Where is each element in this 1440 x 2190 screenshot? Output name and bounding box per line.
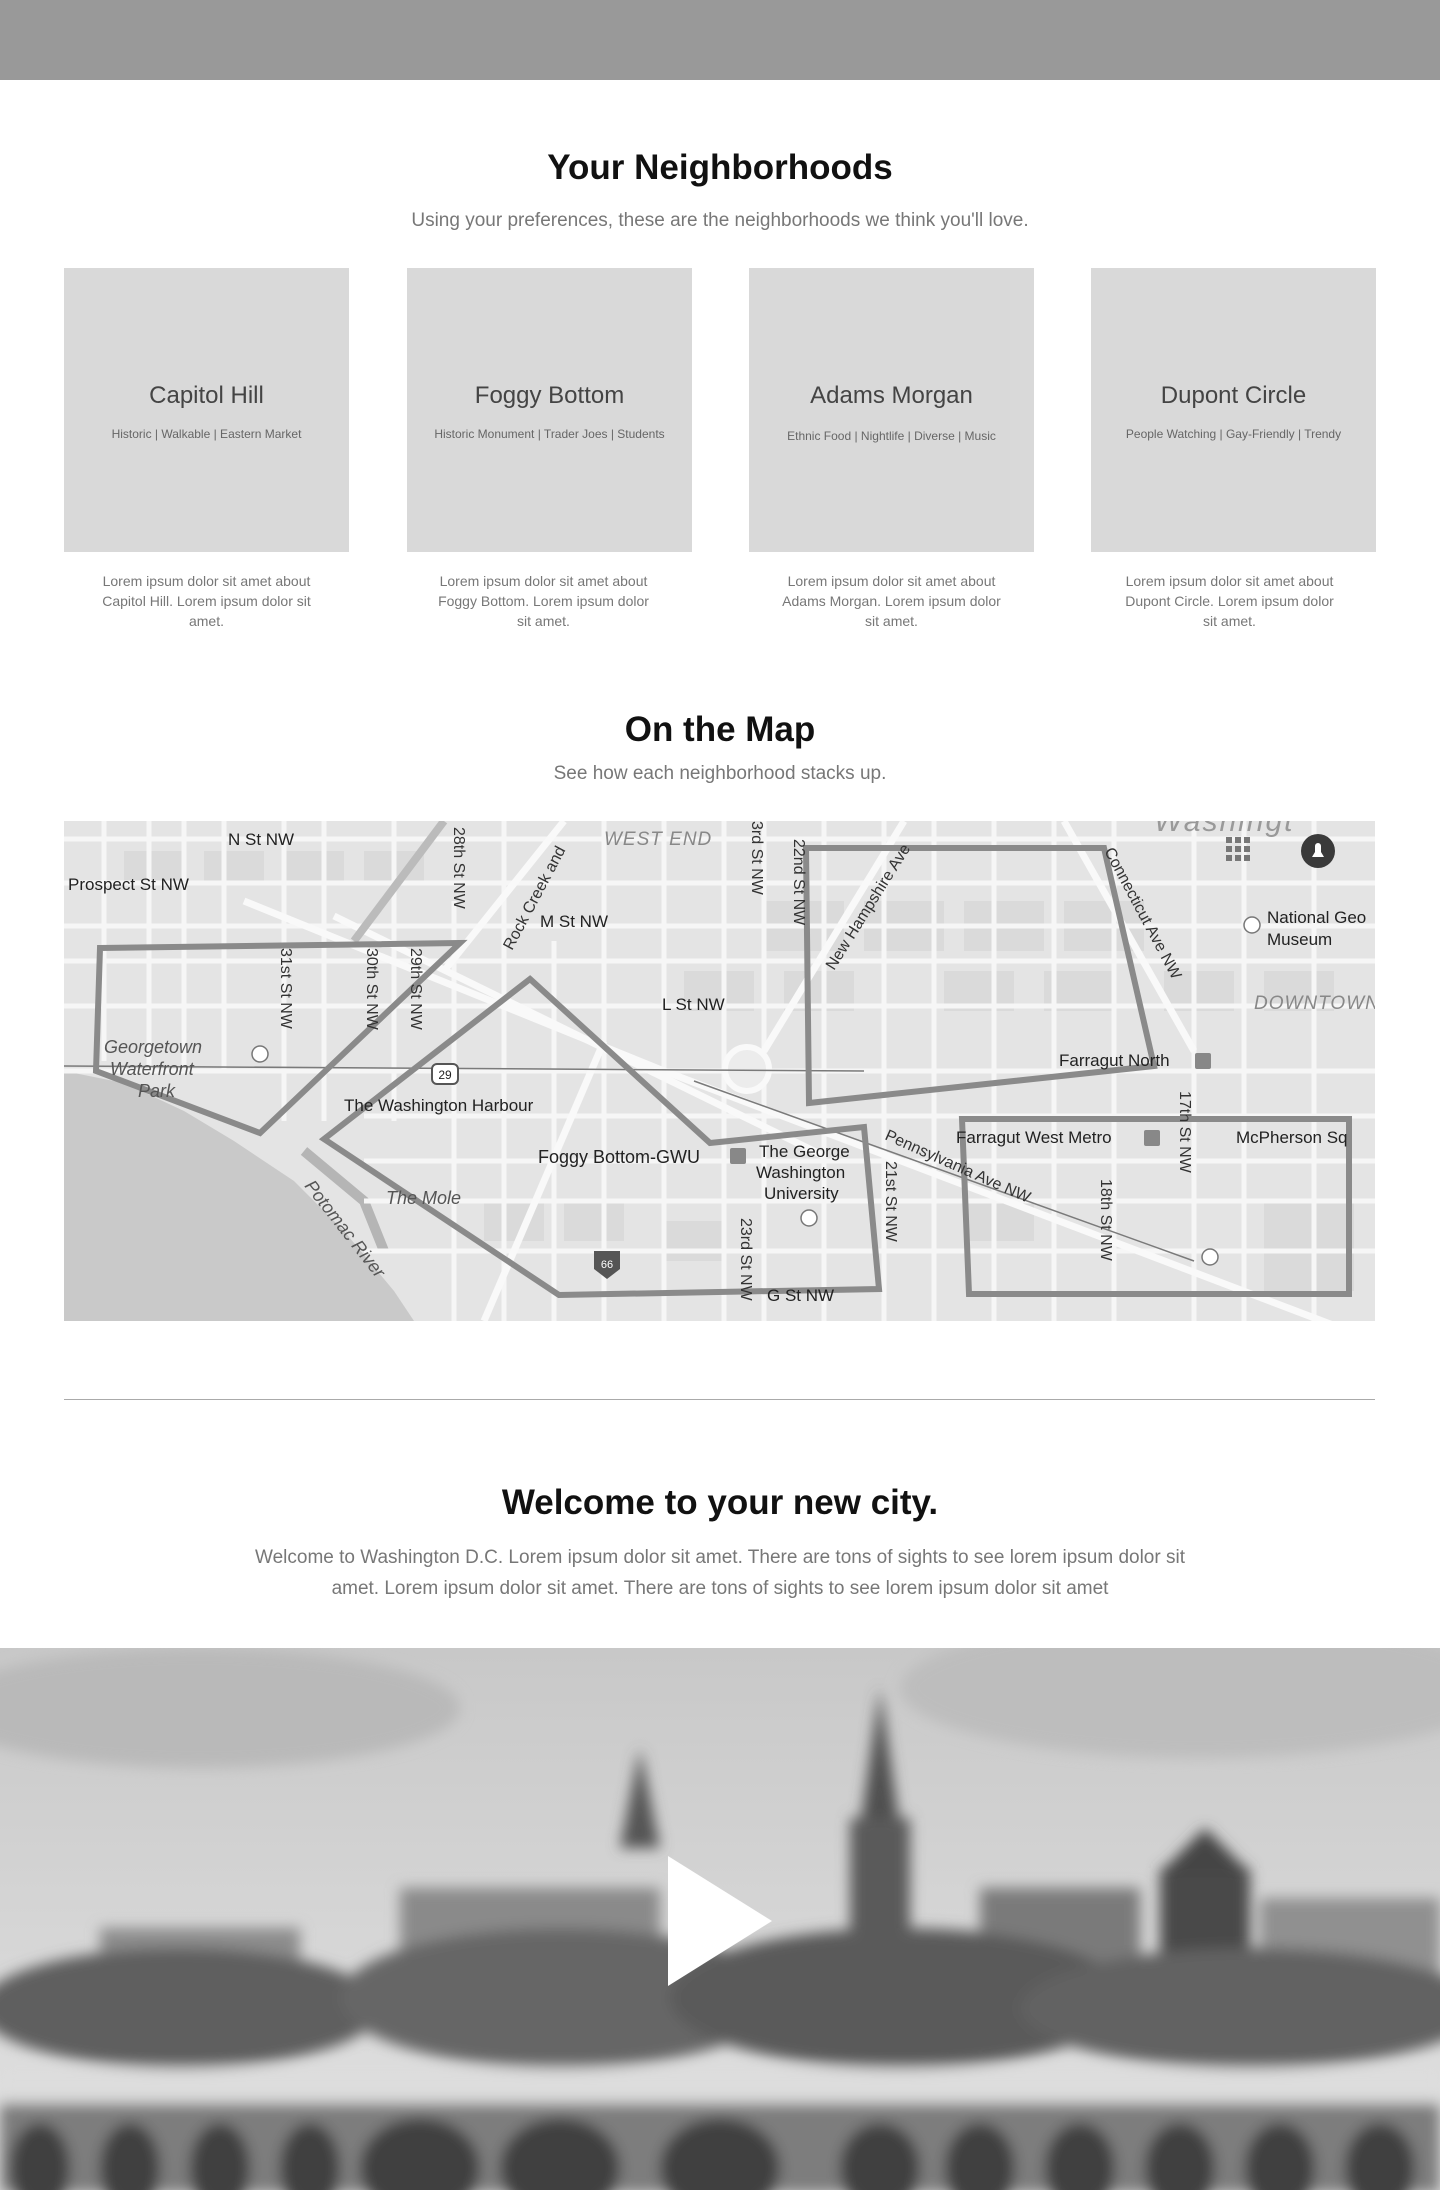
card-description-dupont-circle: Lorem ipsum dolor sit amet about Dupont …: [1125, 573, 1334, 629]
map-label: The Washington Harbour: [344, 1096, 534, 1115]
map-label: Park: [138, 1081, 176, 1101]
welcome-body: Welcome to Washington D.C. Lorem ipsum d…: [255, 1547, 1185, 1599]
map-label: 22nd St NW: [790, 839, 807, 926]
map-label: University: [764, 1184, 839, 1203]
map-label: L St NW: [662, 995, 725, 1014]
play-icon[interactable]: [668, 1856, 772, 1986]
map-label: 3rd St NW: [748, 821, 765, 896]
neighborhood-card-foggy-bottom[interactable]: Foggy Bottom Historic Monument | Trader …: [407, 268, 692, 552]
university-icon: [800, 1209, 818, 1227]
map-label: 31st St NW: [277, 948, 294, 1030]
metro-station-icon: [1144, 1130, 1160, 1146]
card-tags: Ethnic Food | Nightlife | Diverse | Musi…: [787, 429, 996, 443]
card-description-capitol-hill: Lorem ipsum dolor sit amet about Capitol…: [102, 573, 311, 629]
neighborhood-map[interactable]: 29 66 N St NW Prospect St NW M St NW L S…: [64, 821, 1375, 1321]
map-section-title: On the Map: [624, 710, 816, 749]
welcome-title: Welcome to your new city.: [501, 1483, 939, 1522]
map-section-subtitle: See how each neighborhood stacks up.: [553, 763, 887, 784]
map-label: 30th St NW: [363, 948, 380, 1031]
transit-icon: [251, 1045, 269, 1063]
map-label: DOWNTOWN: [1254, 993, 1375, 1014]
map-label: WEST END: [604, 829, 712, 850]
map-label: 17th St NW: [1176, 1091, 1193, 1174]
map-label: Waterfront: [110, 1059, 195, 1079]
map-label: The Mole: [386, 1188, 461, 1208]
map-label: 29th St NW: [407, 948, 424, 1031]
map-label: Prospect St NW: [68, 875, 189, 894]
map-label: Farragut West Metro: [956, 1128, 1112, 1147]
map-label: Farragut North: [1059, 1051, 1170, 1070]
map-label: 21st St NW: [882, 1161, 899, 1243]
card-tags: Historic Monument | Trader Joes | Studen…: [434, 427, 665, 441]
top-navigation-bar: [0, 0, 1440, 80]
route-29-label: 29: [438, 1068, 452, 1082]
metro-station-icon: [730, 1148, 746, 1164]
card-title: Dupont Circle: [1160, 382, 1307, 409]
map-label: 18th St NW: [1097, 1179, 1114, 1262]
card-description-adams-morgan: Lorem ipsum dolor sit amet about Adams M…: [782, 573, 1001, 629]
metro-station-icon: [1195, 1053, 1211, 1069]
neighborhood-card-capitol-hill[interactable]: Capitol Hill Historic | Walkable | Easte…: [64, 268, 349, 552]
map-label: M St NW: [540, 912, 608, 931]
card-tags: People Watching | Gay-Friendly | Trendy: [1125, 427, 1342, 441]
map-label: 23rd St NW: [737, 1218, 754, 1302]
card-tags: Historic | Walkable | Eastern Market: [111, 427, 302, 441]
card-title: Foggy Bottom: [474, 382, 625, 409]
map-label: Washingt: [1154, 821, 1295, 838]
card-title: Capitol Hill: [149, 382, 264, 409]
map-label: Washington: [756, 1163, 845, 1182]
map-label: National Geo: [1267, 908, 1366, 927]
map-label: Georgetown: [104, 1037, 202, 1057]
neighborhoods-subtitle: Using your preferences, these are the ne…: [411, 210, 1029, 231]
map-label: G St NW: [767, 1286, 834, 1305]
card-description-foggy-bottom: Lorem ipsum dolor sit amet about Foggy B…: [438, 573, 649, 629]
neighborhood-card-dupont-circle[interactable]: Dupont Circle People Watching | Gay-Frie…: [1091, 268, 1376, 552]
grid-menu-icon[interactable]: [1226, 837, 1250, 861]
card-title: Adams Morgan: [810, 382, 973, 409]
neighborhoods-title: Your Neighborhoods: [547, 148, 893, 187]
landmark-icon: [1201, 1248, 1219, 1266]
museum-icon: [1243, 916, 1261, 934]
interstate-66-label: 66: [601, 1259, 613, 1271]
neighborhood-card-adams-morgan[interactable]: Adams Morgan Ethnic Food | Nightlife | D…: [749, 268, 1034, 552]
map-label: Museum: [1267, 930, 1332, 949]
map-label: N St NW: [228, 830, 294, 849]
map-label: Foggy Bottom-GWU: [538, 1147, 700, 1167]
map-label: The George: [759, 1142, 850, 1161]
section-divider: [64, 1399, 1375, 1400]
map-label: 28th St NW: [450, 827, 467, 910]
map-label: McPherson Sq: [1236, 1128, 1348, 1147]
